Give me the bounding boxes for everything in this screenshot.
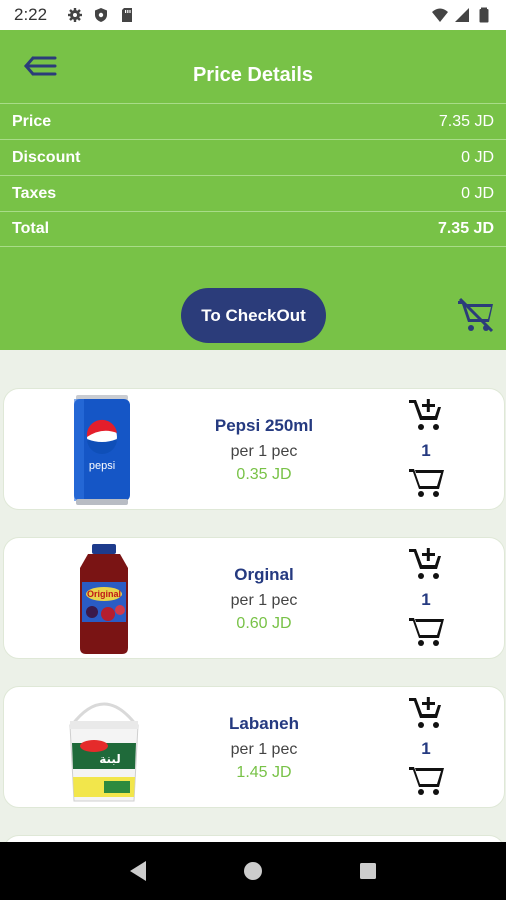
juice-bottle-image: Original bbox=[80, 544, 128, 654]
product-unit: per 1 pec bbox=[230, 443, 298, 460]
shopping-cart-icon bbox=[409, 767, 444, 795]
labaneh-tub-image: لبنة bbox=[69, 702, 139, 802]
cart-item: pepsi Pepsi 250ml per 1 pec 0.35 JD 1 bbox=[3, 388, 505, 510]
product-name: Orginal bbox=[234, 565, 294, 584]
settings-icon bbox=[68, 8, 83, 22]
checkout-button[interactable]: To CheckOut bbox=[181, 288, 326, 343]
quantity: 1 bbox=[421, 441, 431, 460]
remove-shopping-cart-icon bbox=[458, 297, 494, 333]
product-price: 0.35 JD bbox=[236, 466, 292, 483]
nav-recents-button[interactable] bbox=[355, 858, 381, 884]
status-bar: 2:22 bbox=[0, 0, 506, 30]
add-to-cart-button[interactable] bbox=[408, 399, 444, 433]
taxes-value: 0 JD bbox=[461, 184, 494, 202]
status-time: 2:22 bbox=[14, 5, 48, 24]
remove-from-cart-button[interactable] bbox=[408, 465, 444, 499]
add-shopping-cart-icon bbox=[409, 548, 441, 579]
price-details-header: Price Details Price 7.35 JD Discount 0 J… bbox=[0, 30, 506, 350]
discount-row: Discount 0 JD bbox=[0, 139, 506, 175]
price-summary: Price 7.35 JD Discount 0 JD Taxes 0 JD T… bbox=[0, 103, 506, 247]
price-row: Price 7.35 JD bbox=[0, 103, 506, 139]
taxes-label: Taxes bbox=[12, 184, 57, 202]
pepsi-can-image: pepsi bbox=[74, 395, 130, 505]
add-shopping-cart-icon bbox=[409, 697, 441, 728]
add-to-cart-button[interactable] bbox=[408, 697, 444, 731]
remove-from-cart-button[interactable] bbox=[408, 763, 444, 797]
battery-icon bbox=[479, 7, 489, 23]
shopping-cart-icon bbox=[409, 469, 444, 497]
total-value: 7.35 JD bbox=[437, 220, 494, 237]
product-unit: per 1 pec bbox=[230, 592, 298, 609]
price-value: 7.35 JD bbox=[438, 112, 494, 130]
nav-back-button[interactable] bbox=[125, 858, 151, 884]
total-label: Total bbox=[12, 220, 50, 237]
back-triangle-icon bbox=[129, 861, 146, 881]
clear-cart-button[interactable] bbox=[456, 297, 494, 333]
wifi-icon bbox=[432, 8, 448, 22]
product-name: Pepsi 250ml bbox=[214, 416, 314, 435]
home-circle-icon bbox=[243, 862, 262, 880]
taxes-row: Taxes 0 JD bbox=[0, 175, 506, 211]
product-name: Labaneh bbox=[229, 714, 299, 733]
signal-icon bbox=[455, 8, 469, 22]
nav-home-button[interactable] bbox=[240, 858, 266, 884]
page-title: Price Details bbox=[192, 64, 314, 86]
remove-from-cart-button[interactable] bbox=[408, 614, 444, 648]
recents-square-icon bbox=[360, 863, 377, 879]
svg-text:لبنة: لبنة bbox=[99, 752, 121, 766]
cart-item: Original Orginal per 1 pec 0.60 JD 1 bbox=[3, 537, 505, 659]
system-nav-bar bbox=[0, 842, 506, 900]
discount-label: Discount bbox=[12, 148, 81, 166]
shield-icon bbox=[95, 8, 108, 22]
sdcard-icon bbox=[122, 8, 133, 22]
total-row: Total 7.35 JD bbox=[0, 211, 506, 247]
product-price: 0.60 JD bbox=[236, 615, 292, 632]
svg-text:pepsi: pepsi bbox=[89, 460, 115, 472]
discount-value: 0 JD bbox=[461, 148, 494, 166]
shopping-cart-icon bbox=[409, 618, 444, 646]
product-price: 1.45 JD bbox=[236, 764, 292, 781]
product-unit: per 1 pec bbox=[230, 741, 298, 758]
quantity: 1 bbox=[421, 590, 431, 609]
quantity: 1 bbox=[421, 739, 431, 758]
add-shopping-cart-icon bbox=[409, 399, 441, 430]
add-to-cart-button[interactable] bbox=[408, 548, 444, 582]
price-label: Price bbox=[12, 112, 52, 130]
cart-item: لبنة Labaneh per 1 pec 1.45 JD 1 bbox=[3, 686, 505, 808]
svg-text:Original: Original bbox=[87, 589, 121, 599]
